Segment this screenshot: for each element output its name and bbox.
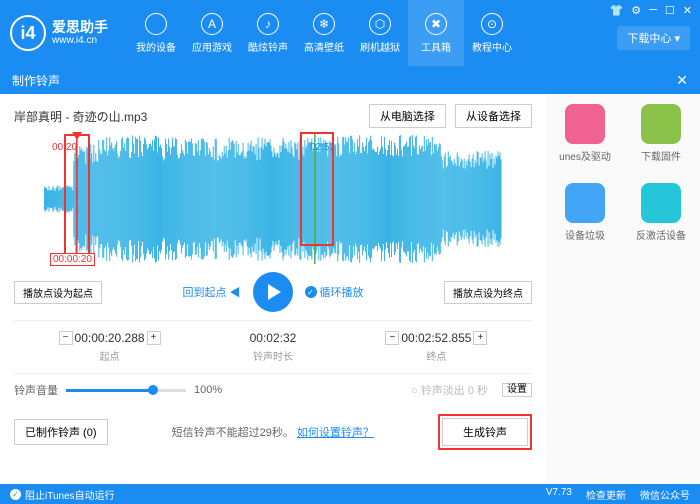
volume-slider[interactable] (66, 389, 186, 392)
settings-icon[interactable]: ⚙ (631, 4, 641, 17)
highlight-end (300, 132, 334, 246)
block-itunes-check-icon[interactable]: ✓ (10, 489, 21, 500)
maximize-icon[interactable]: ☐ (665, 4, 675, 17)
from-device-button[interactable]: 从设备选择 (455, 104, 532, 128)
nav-教程中心[interactable]: ⊙教程中心 (464, 0, 520, 66)
minimize-icon[interactable]: ─ (649, 4, 657, 17)
side-item[interactable]: 反激活设备 (633, 183, 689, 242)
download-center-button[interactable]: 下载中心 ▾ (617, 26, 690, 50)
app-logo: i4 爱思助手 www.i4.cn (0, 15, 118, 51)
nav-icon: ✖ (425, 13, 447, 35)
block-itunes-label[interactable]: 阻止iTunes自动运行 (25, 487, 115, 502)
file-name: 岸部真明 - 奇迹の山.mp3 (14, 108, 147, 125)
from-pc-button[interactable]: 从电脑选择 (369, 104, 446, 128)
side-item[interactable]: 下载固件 (633, 104, 689, 163)
end-minus[interactable]: − (385, 331, 399, 345)
nav-刷机越狱[interactable]: ⬡刷机越狱 (352, 0, 408, 66)
generate-highlight: 生成铃声 (438, 414, 532, 450)
nav-高清壁纸[interactable]: ❄高清壁纸 (296, 0, 352, 66)
nav-我的设备[interactable]: 我的设备 (128, 0, 184, 66)
start-time-box: 00:00:20 (50, 253, 95, 266)
volume-label: 铃声音量 (14, 382, 58, 398)
side-icon (565, 183, 605, 223)
set-end-button[interactable]: 播放点设为终点 (444, 281, 532, 304)
waveform[interactable]: 00:20 02:52 00:00:20 (44, 134, 502, 264)
start-plus[interactable]: + (147, 331, 161, 345)
highlight-start (64, 134, 90, 262)
duration-block: 00:02:32 铃声时长 (250, 331, 297, 363)
check-update-link[interactable]: 检查更新 (586, 487, 626, 502)
version-label: V7.73 (546, 487, 572, 502)
side-icon (641, 104, 681, 144)
hint-link[interactable]: 如何设置铃声？ (297, 427, 374, 439)
logo-icon: i4 (10, 15, 46, 51)
hint-text: 短信铃声不能超过29秒。 如何设置铃声？ (172, 424, 374, 440)
panel-close-icon[interactable]: ✕ (676, 72, 688, 89)
wechat-link[interactable]: 微信公众号 (640, 487, 690, 502)
nav-icon: ⬡ (369, 13, 391, 35)
nav-icon: A (201, 13, 223, 35)
nav-icon: ⊙ (481, 13, 503, 35)
generate-button[interactable]: 生成铃声 (442, 418, 528, 446)
loop-toggle[interactable]: ✓循环播放 (305, 284, 364, 300)
volume-value: 100% (194, 384, 222, 396)
made-ringtones-button[interactable]: 已制作铃声 (0) (14, 419, 108, 445)
side-item[interactable]: 设备垃圾 (557, 183, 613, 242)
play-button[interactable] (253, 272, 293, 312)
nav-酷炫铃声[interactable]: ♪酷炫铃声 (240, 0, 296, 66)
end-time-block: −00:02:52.855+ 终点 (385, 331, 487, 363)
nav-icon: ❄ (313, 13, 335, 35)
nav-工具箱[interactable]: ✖工具箱 (408, 0, 464, 66)
app-url: www.i4.cn (52, 35, 108, 46)
fade-label: ○ 铃声淡出 0 秒 (411, 382, 488, 398)
start-time-block: −00:00:20.288+ 起点 (59, 331, 161, 363)
set-start-button[interactable]: 播放点设为起点 (14, 281, 102, 304)
side-item[interactable]: unes及驱动 (557, 104, 613, 163)
play-icon (268, 284, 281, 300)
nav-icon: ♪ (257, 13, 279, 35)
fade-set-button[interactable]: 设置 (502, 383, 532, 397)
nav-icon (145, 13, 167, 35)
start-minus[interactable]: − (59, 331, 73, 345)
side-icon (565, 104, 605, 144)
close-icon[interactable]: ✕ (683, 4, 692, 17)
panel-title: 制作铃声 (12, 72, 60, 89)
nav-应用游戏[interactable]: A应用游戏 (184, 0, 240, 66)
back-to-start-button[interactable]: 回到起点 ◀ (182, 284, 240, 300)
tshirt-icon[interactable]: 👕 (610, 4, 624, 17)
app-title: 爱思助手 (52, 20, 108, 35)
end-plus[interactable]: + (473, 331, 487, 345)
side-icon (641, 183, 681, 223)
